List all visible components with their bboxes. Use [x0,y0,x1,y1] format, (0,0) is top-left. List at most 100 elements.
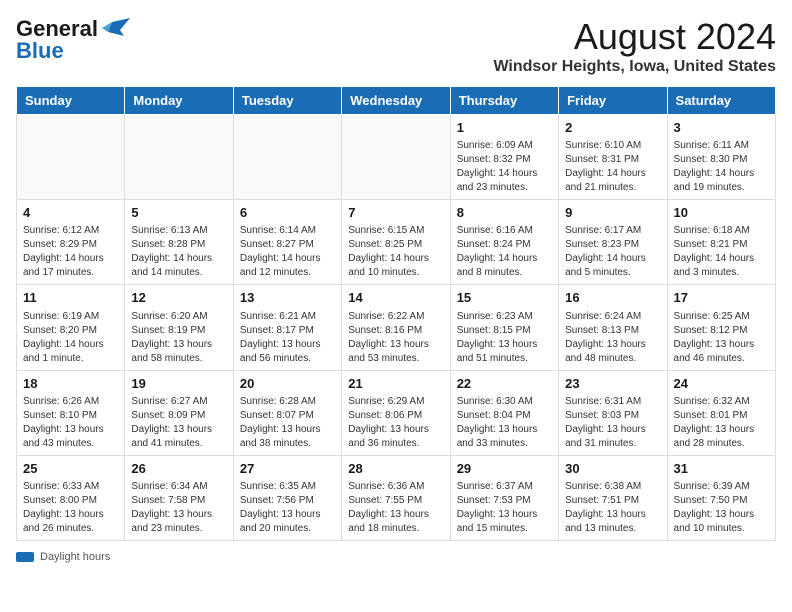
table-row: 20 Sunrise: 6:28 AMSunset: 8:07 PMDayligh… [233,370,341,455]
table-row: 27 Sunrise: 6:35 AMSunset: 7:56 PMDayligh… [233,455,341,540]
day-number: 31 [674,460,769,478]
header-monday: Monday [125,87,233,115]
day-info: Sunrise: 6:25 AMSunset: 8:12 PMDaylight:… [674,310,769,366]
day-number: 4 [23,204,118,222]
table-row: 5 Sunrise: 6:13 AMSunset: 8:28 PMDaylight… [125,200,233,285]
calendar-header-row: Sunday Monday Tuesday Wednesday Thursday… [17,87,776,115]
calendar-subtitle: Windsor Heights, Iowa, United States [493,58,776,76]
day-number: 19 [131,375,226,393]
header-sunday: Sunday [17,87,125,115]
table-row: 29 Sunrise: 6:37 AMSunset: 7:53 PMDayligh… [450,455,558,540]
title-section: August 2024 Windsor Heights, Iowa, Unite… [493,16,776,76]
table-row: 9Sunrise: 6:17 AMSunset: 8:23 PMDaylight… [559,200,667,285]
table-row: 3 Sunrise: 6:11 AMSunset: 8:30 PMDaylight… [667,115,775,200]
calendar-week-row: 11Sunrise: 6:19 AMSunset: 8:20 PMDayligh… [17,285,776,370]
header-wednesday: Wednesday [342,87,450,115]
legend-bar-icon [16,552,34,562]
day-number: 9 [565,204,660,222]
table-row: 30Sunrise: 6:38 AMSunset: 7:51 PMDayligh… [559,455,667,540]
table-row: 23 Sunrise: 6:31 AMSunset: 8:03 PMDayligh… [559,370,667,455]
day-info: Sunrise: 6:24 AMSunset: 8:13 PMDaylight:… [565,310,660,366]
day-number: 24 [674,375,769,393]
calendar-table: Sunday Monday Tuesday Wednesday Thursday… [16,86,776,541]
day-number: 14 [348,289,443,307]
day-info: Sunrise: 6:27 AMSunset: 8:09 PMDaylight:… [131,395,226,451]
day-number: 8 [457,204,552,222]
day-number: 20 [240,375,335,393]
day-info: Sunrise: 6:37 AMSunset: 7:53 PMDaylight:… [457,480,552,536]
table-row: 13 Sunrise: 6:21 AMSunset: 8:17 PMDayligh… [233,285,341,370]
calendar-week-row: 18Sunrise: 6:26 AMSunset: 8:10 PMDayligh… [17,370,776,455]
table-row: 12 Sunrise: 6:20 AMSunset: 8:19 PMDayligh… [125,285,233,370]
day-number: 16 [565,289,660,307]
day-info: Sunrise: 6:13 AMSunset: 8:28 PMDaylight:… [131,224,226,280]
day-number: 1 [457,119,552,137]
day-number: 17 [674,289,769,307]
table-row: 25 Sunrise: 6:33 AMSunset: 8:00 PMDayligh… [17,455,125,540]
day-number: 5 [131,204,226,222]
day-info: Sunrise: 6:34 AMSunset: 7:58 PMDaylight:… [131,480,226,536]
table-row: 7Sunrise: 6:15 AMSunset: 8:25 PMDaylight… [342,200,450,285]
table-row [125,115,233,200]
day-number: 3 [674,119,769,137]
table-row: 21 Sunrise: 6:29 AMSunset: 8:06 PMDayligh… [342,370,450,455]
day-info: Sunrise: 6:22 AMSunset: 8:16 PMDaylight:… [348,310,443,366]
day-info: Sunrise: 6:32 AMSunset: 8:01 PMDaylight:… [674,395,769,451]
table-row [233,115,341,200]
table-row: 2Sunrise: 6:10 AMSunset: 8:31 PMDaylight… [559,115,667,200]
table-row: 17 Sunrise: 6:25 AMSunset: 8:12 PMDayligh… [667,285,775,370]
day-info: Sunrise: 6:28 AMSunset: 8:07 PMDaylight:… [240,395,335,451]
day-number: 21 [348,375,443,393]
table-row: 18Sunrise: 6:26 AMSunset: 8:10 PMDayligh… [17,370,125,455]
day-info: Sunrise: 6:19 AMSunset: 8:20 PMDaylight:… [23,310,118,366]
day-info: Sunrise: 6:30 AMSunset: 8:04 PMDaylight:… [457,395,552,451]
day-info: Sunrise: 6:16 AMSunset: 8:24 PMDaylight:… [457,224,552,280]
day-number: 25 [23,460,118,478]
table-row: 15Sunrise: 6:23 AMSunset: 8:15 PMDayligh… [450,285,558,370]
table-row: 6 Sunrise: 6:14 AMSunset: 8:27 PMDaylight… [233,200,341,285]
legend: Daylight hours [16,551,776,563]
day-number: 13 [240,289,335,307]
day-number: 6 [240,204,335,222]
day-info: Sunrise: 6:36 AMSunset: 7:55 PMDaylight:… [348,480,443,536]
day-info: Sunrise: 6:33 AMSunset: 8:00 PMDaylight:… [23,480,118,536]
day-number: 27 [240,460,335,478]
table-row: 26Sunrise: 6:34 AMSunset: 7:58 PMDayligh… [125,455,233,540]
day-number: 23 [565,375,660,393]
calendar-week-row: 1 Sunrise: 6:09 AMSunset: 8:32 PMDaylight… [17,115,776,200]
day-info: Sunrise: 6:11 AMSunset: 8:30 PMDaylight:… [674,139,769,195]
day-number: 7 [348,204,443,222]
day-info: Sunrise: 6:21 AMSunset: 8:17 PMDaylight:… [240,310,335,366]
day-number: 29 [457,460,552,478]
header-friday: Friday [559,87,667,115]
page-header: General Blue August 2024 Windsor Heights… [16,16,776,76]
day-info: Sunrise: 6:20 AMSunset: 8:19 PMDaylight:… [131,310,226,366]
day-number: 12 [131,289,226,307]
day-info: Sunrise: 6:31 AMSunset: 8:03 PMDaylight:… [565,395,660,451]
day-number: 28 [348,460,443,478]
day-info: Sunrise: 6:35 AMSunset: 7:56 PMDaylight:… [240,480,335,536]
day-info: Sunrise: 6:39 AMSunset: 7:50 PMDaylight:… [674,480,769,536]
calendar-title: August 2024 [493,16,776,58]
header-thursday: Thursday [450,87,558,115]
day-info: Sunrise: 6:29 AMSunset: 8:06 PMDaylight:… [348,395,443,451]
table-row: 24 Sunrise: 6:32 AMSunset: 8:01 PMDayligh… [667,370,775,455]
table-row: 4 Sunrise: 6:12 AMSunset: 8:29 PMDaylight… [17,200,125,285]
table-row: 11Sunrise: 6:19 AMSunset: 8:20 PMDayligh… [17,285,125,370]
day-info: Sunrise: 6:10 AMSunset: 8:31 PMDaylight:… [565,139,660,195]
day-info: Sunrise: 6:14 AMSunset: 8:27 PMDaylight:… [240,224,335,280]
logo-bird-icon [102,18,130,40]
day-info: Sunrise: 6:12 AMSunset: 8:29 PMDaylight:… [23,224,118,280]
day-info: Sunrise: 6:09 AMSunset: 8:32 PMDaylight:… [457,139,552,195]
table-row: 8 Sunrise: 6:16 AMSunset: 8:24 PMDaylight… [450,200,558,285]
table-row: 16 Sunrise: 6:24 AMSunset: 8:13 PMDayligh… [559,285,667,370]
calendar-week-row: 25 Sunrise: 6:33 AMSunset: 8:00 PMDayligh… [17,455,776,540]
table-row: 19 Sunrise: 6:27 AMSunset: 8:09 PMDayligh… [125,370,233,455]
day-info: Sunrise: 6:23 AMSunset: 8:15 PMDaylight:… [457,310,552,366]
logo-text-blue: Blue [16,38,64,64]
legend-label: Daylight hours [40,551,110,563]
day-info: Sunrise: 6:18 AMSunset: 8:21 PMDaylight:… [674,224,769,280]
table-row: 10Sunrise: 6:18 AMSunset: 8:21 PMDayligh… [667,200,775,285]
day-info: Sunrise: 6:38 AMSunset: 7:51 PMDaylight:… [565,480,660,536]
day-info: Sunrise: 6:26 AMSunset: 8:10 PMDaylight:… [23,395,118,451]
